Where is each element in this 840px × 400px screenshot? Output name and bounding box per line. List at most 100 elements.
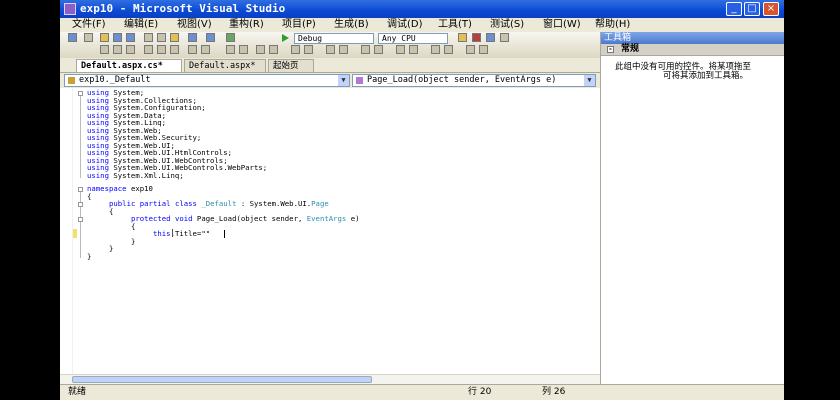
group-label: 常规 (621, 44, 640, 54)
format-icon-21[interactable] (431, 45, 440, 54)
format-icon-3[interactable] (126, 45, 135, 54)
cut-icon[interactable] (144, 33, 153, 42)
add-item-icon[interactable] (84, 33, 93, 42)
maximize-button[interactable]: □ (744, 2, 760, 16)
format-icon-16[interactable] (339, 45, 348, 54)
tab-start-page[interactable]: 起始页 (268, 59, 314, 72)
namespace-text: System.Xml.Linq; (108, 170, 184, 180)
format-icon-20[interactable] (409, 45, 418, 54)
format-icon-12[interactable] (269, 45, 278, 54)
code-text: .Title="" (170, 229, 211, 238)
format-icon-2[interactable] (113, 45, 122, 54)
start-debug-icon[interactable] (282, 34, 289, 42)
format-icon-19[interactable] (396, 45, 405, 54)
menu-tools[interactable]: 工具(T) (438, 18, 472, 32)
member-selector[interactable]: Page_Load(object sender, EventArgs e) ▼ (352, 74, 596, 87)
chevron-down-icon[interactable]: ▼ (338, 75, 349, 86)
format-icon-6[interactable] (170, 45, 179, 54)
solution-config-select[interactable]: Debug (294, 33, 374, 44)
standard-toolbar-row: Debug Any CPU (66, 33, 596, 45)
code-line: { (87, 192, 91, 201)
outline-guide (80, 96, 81, 178)
toolbox-icon[interactable] (500, 33, 509, 42)
format-icon-15[interactable] (326, 45, 335, 54)
menu-build[interactable]: 生成(B) (334, 18, 369, 32)
undo-icon[interactable] (188, 33, 197, 42)
class-selector-value: exp10._Default (79, 75, 151, 85)
solution-platform-select[interactable]: Any CPU (378, 33, 448, 44)
format-icon-8[interactable] (201, 45, 210, 54)
format-icon-18[interactable] (374, 45, 383, 54)
format-icon-10[interactable] (239, 45, 248, 54)
toolbox-group-general[interactable]: - 常规 (601, 44, 784, 56)
menu-debug[interactable]: 调试(D) (387, 18, 423, 32)
outline-collapse-icon[interactable] (78, 202, 83, 207)
code-line-current: this.Title="" (153, 230, 210, 238)
code-line: protected void Page_Load(object sender, … (131, 215, 360, 223)
menu-project[interactable]: 项目(P) (282, 18, 316, 32)
code-editor[interactable]: using System; using System.Collections; … (60, 88, 600, 374)
chevron-down-icon[interactable]: ▼ (584, 75, 595, 86)
code-line: using System.Xml.Linq; (87, 170, 184, 180)
save-icon[interactable] (113, 33, 122, 42)
keyword: partial (139, 199, 171, 208)
tab-default-aspx-cs[interactable]: Default.aspx.cs* (76, 59, 182, 72)
namespace-name: exp10 (126, 184, 153, 193)
menu-refactor[interactable]: 重构(R) (229, 18, 264, 32)
menu-help[interactable]: 帮助(H) (595, 18, 630, 32)
toolbox-title: 工具箱 (601, 32, 784, 44)
find-icon[interactable] (458, 33, 467, 42)
format-icon-9[interactable] (226, 45, 235, 54)
solution-explorer-icon[interactable] (486, 33, 495, 42)
format-icon-4[interactable] (144, 45, 153, 54)
code-line: } (131, 236, 136, 246)
class-name: _Default (201, 199, 237, 208)
tab-default-aspx[interactable]: Default.aspx* (184, 59, 266, 72)
type-name: Page (311, 199, 329, 208)
toolbox-body: 此组中没有可用的控件。将某项拖至 可将其添加到工具箱。 (601, 56, 784, 384)
save-all-icon[interactable] (126, 33, 135, 42)
outline-collapse-icon[interactable] (78, 217, 83, 222)
navigation-bar: exp10._Default ▼ Page_Load(object sender… (60, 73, 600, 88)
open-file-icon[interactable] (100, 33, 109, 42)
format-icon-7[interactable] (188, 45, 197, 54)
app-icon (64, 3, 76, 15)
format-icon-14[interactable] (304, 45, 313, 54)
menu-window[interactable]: 窗口(W) (543, 18, 581, 32)
keyword: class (174, 199, 197, 208)
format-icon-17[interactable] (361, 45, 370, 54)
redo-icon[interactable] (206, 33, 215, 42)
code-line: { (131, 221, 136, 231)
text-caret (224, 230, 225, 238)
brace: { (131, 221, 136, 231)
format-icon-5[interactable] (157, 45, 166, 54)
copy-icon[interactable] (157, 33, 166, 42)
brace: } (131, 236, 136, 246)
class-selector[interactable]: exp10._Default ▼ (64, 74, 350, 87)
menu-view[interactable]: 视图(V) (177, 18, 212, 32)
code-line: namespace exp10 (87, 185, 153, 193)
format-icon-23[interactable] (466, 45, 475, 54)
menu-test[interactable]: 测试(S) (490, 18, 524, 32)
menu-file[interactable]: 文件(F) (72, 18, 106, 32)
properties-icon[interactable] (472, 33, 481, 42)
brace: } (109, 244, 114, 253)
keyword: void (174, 214, 193, 223)
new-project-icon[interactable] (68, 33, 77, 42)
scrollbar-thumb[interactable] (72, 376, 372, 383)
format-icon-1[interactable] (100, 45, 109, 54)
formatting-toolbar-row (66, 45, 596, 57)
close-button[interactable]: × (763, 2, 779, 16)
mouse-ibeam-cursor (172, 229, 173, 237)
format-icon-11[interactable] (256, 45, 265, 54)
format-icon-24[interactable] (479, 45, 488, 54)
keyword: namespace (87, 184, 127, 193)
brace: } (87, 251, 92, 261)
paste-icon[interactable] (170, 33, 179, 42)
format-icon-13[interactable] (291, 45, 300, 54)
menu-edit[interactable]: 编辑(E) (124, 18, 158, 32)
format-icon-22[interactable] (444, 45, 453, 54)
collapse-icon[interactable]: - (607, 46, 614, 53)
minimize-button[interactable]: _ (726, 2, 742, 16)
navigate-icon[interactable] (226, 33, 235, 42)
